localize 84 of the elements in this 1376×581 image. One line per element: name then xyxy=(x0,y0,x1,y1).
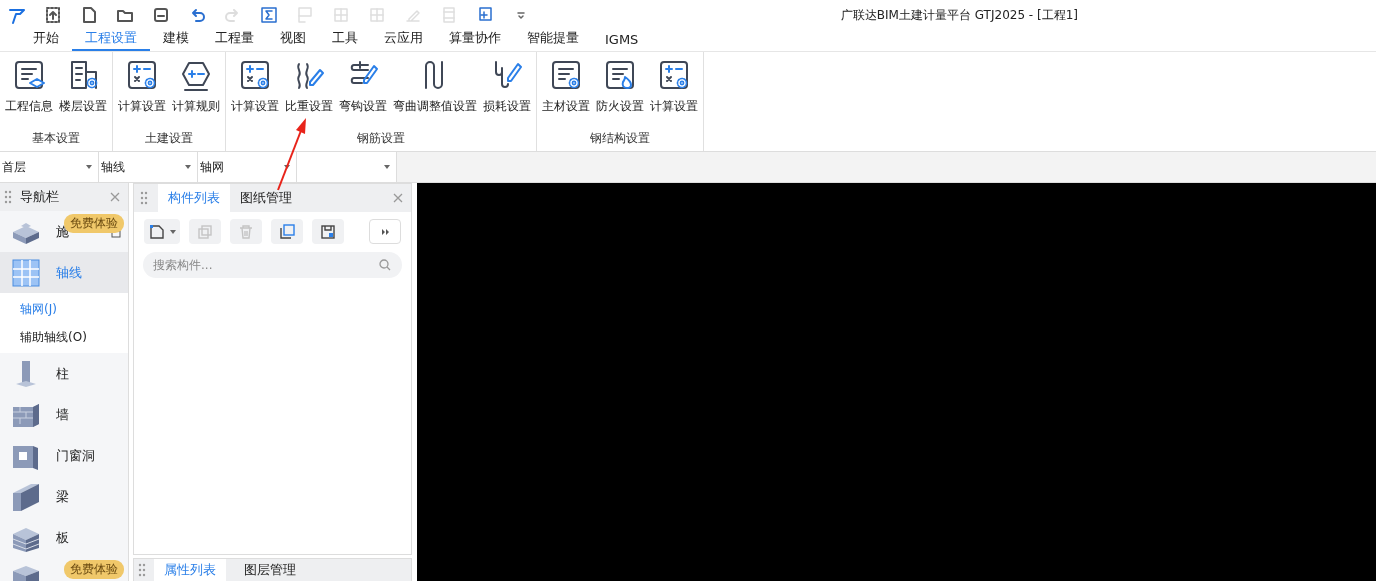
nav-item-label: 梁 xyxy=(56,487,69,506)
menu-tab[interactable]: 视图 xyxy=(267,29,319,51)
nav-item-label: 轴线 xyxy=(56,263,82,282)
calculator-gear-icon xyxy=(125,58,159,92)
nav-sub-item[interactable]: 辅助轴线(O) xyxy=(0,323,128,351)
dropdown[interactable]: 轴线 xyxy=(99,152,198,182)
panel-tab[interactable]: 构件列表 xyxy=(158,184,230,212)
nav-item[interactable]: 柱 xyxy=(0,353,128,394)
document-icon xyxy=(12,58,46,92)
nav-item-label: 柱 xyxy=(56,364,69,383)
ribbon-button[interactable]: 损耗设置 xyxy=(482,56,532,130)
new-file-icon xyxy=(148,222,166,241)
menu-tab[interactable]: 云应用 xyxy=(371,29,436,51)
ribbon-button[interactable]: 计算设置 xyxy=(117,56,167,130)
group-label: 土建设置 xyxy=(145,130,193,147)
toolbar-button[interactable] xyxy=(271,219,303,244)
menu-tab[interactable]: 工具 xyxy=(319,29,371,51)
drag-handle-icon[interactable] xyxy=(140,191,148,205)
document-icon xyxy=(603,58,637,92)
toolbar-button[interactable] xyxy=(312,219,344,244)
ribbon-button[interactable]: 弯钩设置 xyxy=(338,56,388,130)
nav-item[interactable]: 门窗洞 xyxy=(0,435,128,476)
search-icon xyxy=(379,259,391,271)
ribbon-button[interactable]: 比重设置 xyxy=(284,56,334,130)
building-block-icon xyxy=(10,256,42,289)
menu-tab[interactable]: 算量协作 xyxy=(436,29,514,51)
drag-handle-icon[interactable] xyxy=(4,190,12,204)
caret-icon xyxy=(86,165,92,169)
ribbon-button[interactable]: 工程信息 xyxy=(4,56,54,130)
panel-title: 导航栏 xyxy=(20,188,60,206)
sigma-icon[interactable] xyxy=(259,5,279,25)
nav-item[interactable]: 梁 xyxy=(0,476,128,517)
dropdown[interactable]: 首层 xyxy=(0,152,99,182)
copy-icon xyxy=(196,222,214,241)
calculator-gear-icon xyxy=(657,58,691,92)
dropdown-value: 轴线 xyxy=(101,158,126,176)
layers-icon xyxy=(278,222,296,241)
search-field[interactable]: 搜索构件... xyxy=(143,252,402,278)
toolbar-button[interactable] xyxy=(369,219,401,244)
ribbon-button[interactable]: 主材设置 xyxy=(541,56,591,130)
nav-item-label: 门窗洞 xyxy=(56,446,95,465)
caret-icon xyxy=(384,165,390,169)
drag-handle-icon[interactable] xyxy=(138,563,146,577)
panel-tab[interactable]: 属性列表 xyxy=(154,559,226,581)
panel-tab[interactable]: 图层管理 xyxy=(234,559,306,581)
nav-item[interactable]: 墙 xyxy=(0,394,128,435)
group-label: 基本设置 xyxy=(32,130,80,147)
dropdown[interactable]: 轴网 xyxy=(198,152,297,182)
window-title: 广联达BIM土建计量平台 GTJ2025 - [工程1] xyxy=(840,6,1078,24)
delete-icon xyxy=(237,222,255,241)
save-icon[interactable] xyxy=(151,5,171,25)
ribbon-button[interactable]: 计算设置 xyxy=(649,56,699,130)
nav-item[interactable]: 板 xyxy=(0,517,128,558)
dropdown-value: 首层 xyxy=(2,158,27,176)
caret-icon xyxy=(284,165,290,169)
save-icon xyxy=(319,222,337,241)
menu-tab[interactable]: 工程设置 xyxy=(72,29,150,51)
menu-tab[interactable]: 开始 xyxy=(20,29,72,51)
nav-sub-item[interactable]: 轴网(J) xyxy=(0,295,128,323)
ribbon-button[interactable]: 计算设置 xyxy=(230,56,280,130)
caret-icon xyxy=(185,165,191,169)
nav-item-label: 板 xyxy=(56,528,69,547)
trial-badge: 免费体验 xyxy=(64,560,124,579)
menu-tab[interactable]: 智能提量 xyxy=(514,29,592,51)
menu-tab[interactable]: 工程量 xyxy=(202,29,267,51)
group-label: 钢结构设置 xyxy=(590,130,650,147)
dropdown-value: 轴网 xyxy=(200,158,225,176)
menu-tab[interactable]: IGMS xyxy=(592,32,652,51)
close-icon[interactable] xyxy=(110,192,120,202)
calculator-gear-icon xyxy=(238,58,272,92)
upload-icon[interactable] xyxy=(43,5,63,25)
ribbon-button[interactable]: 防火设置 xyxy=(595,56,645,130)
close-icon[interactable] xyxy=(393,193,403,203)
group-label: 钢筋设置 xyxy=(357,130,405,147)
panel-tab[interactable]: 图纸管理 xyxy=(230,184,302,212)
nav-item-label: 墙 xyxy=(56,405,69,424)
menu-tab[interactable]: 建模 xyxy=(150,29,202,51)
document-icon xyxy=(549,58,583,92)
nav-item[interactable]: 免费体验 xyxy=(0,558,128,581)
toolbar-button[interactable] xyxy=(144,219,180,244)
fast-forward-icon xyxy=(381,228,389,235)
ribbon-button[interactable]: 楼层设置 xyxy=(58,56,108,130)
ribbon-button[interactable]: 计算规则 xyxy=(171,56,221,130)
ribbon-button[interactable]: 弯曲调整值设置 xyxy=(392,56,478,130)
